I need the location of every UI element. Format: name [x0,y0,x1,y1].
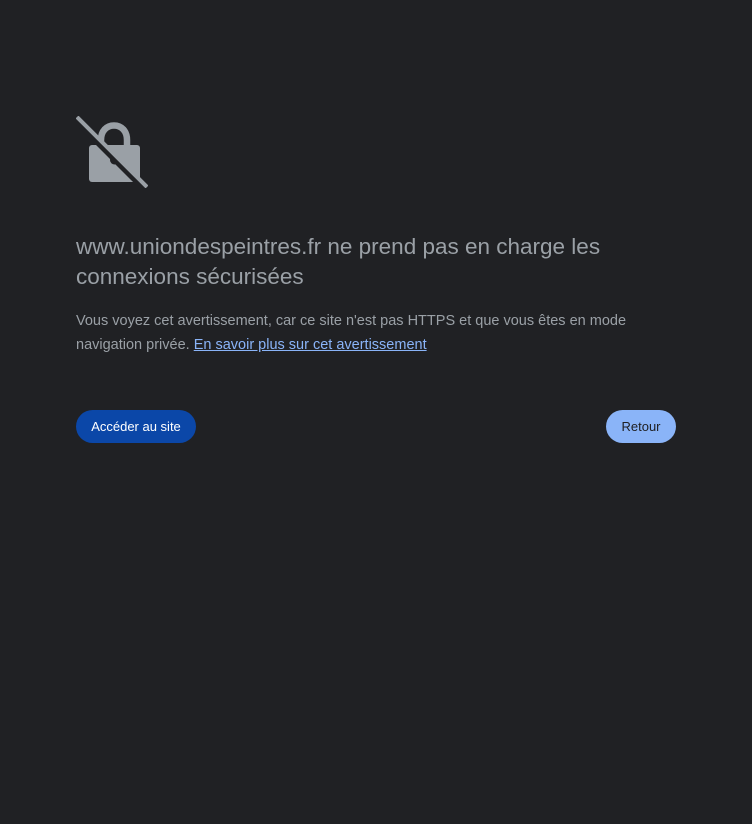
page-title: www.uniondespeintres.fr ne prend pas en … [76,234,601,289]
button-row: Accéder au site Retour [76,410,676,443]
interstitial-page: www.uniondespeintres.fr ne prend pas en … [0,0,752,824]
warning-explanation: Vous voyez cet avertissement, car ce sit… [76,309,676,357]
lock-slash-icon [76,116,148,188]
learn-more-link[interactable]: En savoir plus sur cet avertissement [194,337,427,353]
proceed-button[interactable]: Accéder au site [76,410,196,443]
back-button[interactable]: Retour [606,410,676,443]
interstitial-content: www.uniondespeintres.fr ne prend pas en … [76,116,676,443]
